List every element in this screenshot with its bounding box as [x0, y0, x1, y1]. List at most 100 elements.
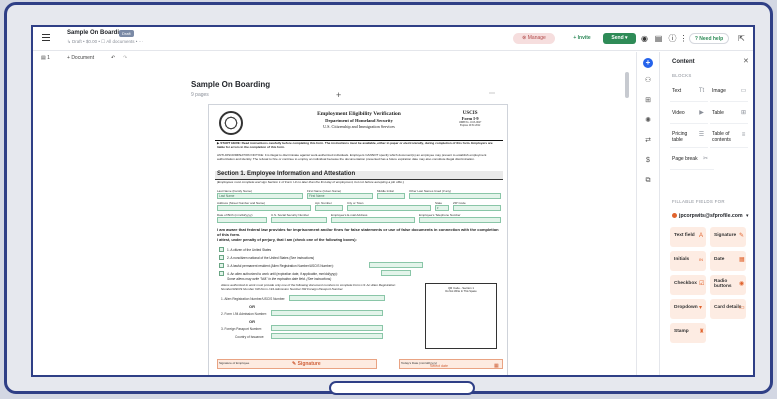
canvas-scrollbar[interactable]: [625, 72, 629, 98]
laptop-frame: Sample On Boarding Draft ↳ Draft • $0.00…: [4, 2, 773, 395]
send-button[interactable]: Send ▾: [603, 33, 636, 44]
undo-icon[interactable]: ↶: [111, 54, 115, 63]
manage-label: Manage: [527, 35, 546, 41]
signer-selector[interactable]: jpcorpwits@sfprofile.com: [672, 213, 743, 219]
design-icon[interactable]: ✺: [643, 116, 653, 126]
add-document-button[interactable]: + Document: [67, 54, 94, 63]
block-table-of-contents[interactable]: Table of contents ≡: [710, 126, 748, 148]
country-field[interactable]: [271, 333, 383, 339]
ssn-field[interactable]: [271, 217, 327, 223]
block-table[interactable]: Table ⊞: [710, 104, 748, 124]
passport-field[interactable]: [271, 325, 383, 331]
alien-reg-field[interactable]: [289, 295, 385, 301]
block-label: Image: [712, 88, 726, 94]
date-field[interactable]: Today's Date (mm/dd/yyyy) Select date ▦: [399, 359, 503, 369]
signature-icon: ✎: [739, 233, 745, 239]
field-radio-buttons[interactable]: Radio buttons ◉: [710, 275, 746, 295]
zip-field[interactable]: [453, 205, 501, 211]
signature-field[interactable]: Signature of Employee ✎ Signature: [217, 359, 377, 369]
add-content-icon[interactable]: +: [643, 58, 653, 68]
block-pricing-table[interactable]: Pricing table ☰: [670, 126, 708, 148]
info-icon[interactable]: ⓘ: [668, 34, 677, 43]
qr-sublabel: Do Not Write In This Space: [445, 290, 477, 293]
field-label: Dropdown: [674, 305, 698, 310]
alien-number-field[interactable]: [369, 262, 423, 268]
block-text[interactable]: Text Tt: [670, 82, 708, 102]
variables-icon[interactable]: ⧉: [643, 176, 653, 186]
noncitizen-national-checkbox[interactable]: [219, 255, 224, 260]
last-name-field[interactable]: Last Name: [217, 193, 303, 199]
top-bar: Sample On Boarding Draft ↳ Draft • $0.00…: [33, 27, 753, 51]
field-signature[interactable]: Signature ✎: [710, 227, 746, 247]
laptop-trackpad: [329, 381, 475, 395]
manage-button[interactable]: ⊗ Manage: [513, 33, 555, 44]
country-label: Country of Issuance:: [235, 335, 265, 339]
text-field-icon: A: [699, 233, 704, 239]
document-heading: Sample On Boarding: [191, 80, 271, 89]
invite-button[interactable]: + Invite: [563, 33, 601, 44]
alien-authorized-checkbox[interactable]: [219, 271, 224, 276]
block-image[interactable]: Image ▭: [710, 82, 748, 102]
calendar-icon: ▦: [494, 363, 499, 369]
signature-button[interactable]: ✎ Signature: [292, 361, 321, 367]
block-video[interactable]: Video ▶: [670, 104, 708, 124]
state-dropdown[interactable]: ▾: [435, 205, 449, 211]
field-checkbox[interactable]: Checkbox ☑: [670, 275, 706, 295]
or-label-2: OR: [249, 319, 255, 324]
redo-icon[interactable]: ↷: [123, 54, 127, 63]
pricing-icon[interactable]: $: [643, 156, 653, 166]
noncitizen-national-label: 2. A noncitizen national of the United S…: [227, 256, 315, 260]
collapse-icon[interactable]: ⇱: [737, 34, 746, 43]
field-initials[interactable]: Initials IN: [670, 251, 706, 271]
add-page-icon[interactable]: +: [336, 90, 341, 100]
signer-email: jpcorpwits@sfprofile.com: [679, 213, 743, 219]
qr-code-box: QR Code - Section 1 Do Not Write In This…: [425, 283, 497, 349]
field-text[interactable]: Text field A: [670, 227, 706, 247]
pricing-table-icon: ☰: [698, 132, 705, 138]
block-page-break[interactable]: Page break ✂: [670, 150, 714, 170]
block-label: Text: [672, 88, 682, 94]
dob-field[interactable]: [217, 217, 267, 223]
close-icon[interactable]: ✕: [743, 57, 749, 65]
signer-color-dot: [672, 213, 677, 218]
blocks-icon[interactable]: ⊞: [643, 96, 653, 106]
field-card-details[interactable]: Card details ▭: [710, 299, 746, 319]
help-label: Need help: [699, 36, 724, 42]
other-names-field[interactable]: [409, 193, 501, 199]
block-label: Table of contents: [712, 131, 731, 143]
preview-eye-icon[interactable]: ◉: [640, 34, 649, 43]
field-dropdown[interactable]: Dropdown ▾: [670, 299, 706, 319]
section-1-note: (Employees must complete and sign Sectio…: [217, 180, 404, 184]
page-more-icon[interactable]: ⋯: [489, 90, 495, 97]
permanent-resident-checkbox[interactable]: [219, 263, 224, 268]
apt-field[interactable]: [315, 205, 343, 211]
field-label: Date: [714, 257, 725, 262]
roles-icon[interactable]: ⚇: [643, 76, 653, 86]
more-options-icon[interactable]: ⋮: [679, 34, 688, 43]
panel-rail: + ⚇ ⊞ ✺ ⇄ $ ⧉: [636, 52, 658, 375]
first-name-field[interactable]: First Name: [307, 193, 373, 199]
workflow-icon[interactable]: ⇄: [643, 136, 653, 146]
comments-icon[interactable]: ▤: [654, 34, 663, 43]
citizen-checkbox[interactable]: [219, 247, 224, 252]
editor-toolbar: ▤ 1 + Document ↶ ↷: [33, 52, 633, 66]
field-stamp[interactable]: Stamp ♜: [670, 323, 706, 343]
initials-icon: IN: [699, 257, 703, 262]
card-icon: ▭: [739, 305, 745, 311]
hamburger-menu-icon[interactable]: [42, 34, 50, 41]
field-date[interactable]: Date ▦: [710, 251, 746, 271]
middle-initial-field[interactable]: [377, 193, 405, 199]
chevron-down-icon[interactable]: ▾: [746, 213, 749, 219]
expiration-date-field[interactable]: [381, 270, 411, 276]
document-title: Sample On Boarding: [67, 30, 127, 36]
phone-field[interactable]: [419, 217, 501, 223]
i94-field[interactable]: [271, 310, 383, 316]
email-field[interactable]: [331, 217, 415, 223]
city-field[interactable]: [347, 205, 431, 211]
help-button[interactable]: ? Need help: [689, 33, 729, 44]
passport-label: 3. Foreign Passport Number:: [221, 327, 262, 331]
fillable-heading: FILLABLE FIELDS FOR: [672, 199, 725, 204]
address-field[interactable]: [217, 205, 311, 211]
page-thumbnail-toggle[interactable]: ▤ 1: [41, 54, 50, 63]
date-placeholder: Select date: [430, 364, 448, 368]
